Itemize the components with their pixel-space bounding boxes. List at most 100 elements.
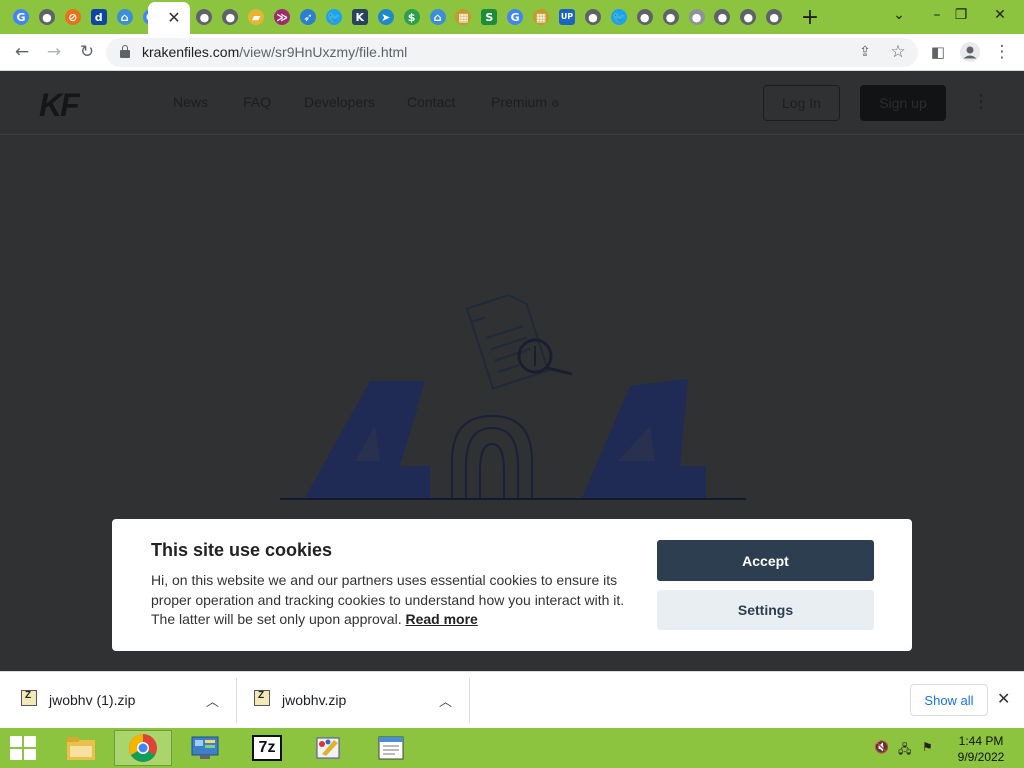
nav-premium[interactable]: Premium ⚙ <box>491 94 560 110</box>
archive-favicon: ▦ <box>533 9 550 25</box>
notepad-icon[interactable] <box>362 730 420 766</box>
download-item[interactable]: jwobhv.zip ︿ <box>237 672 469 729</box>
browser-tab[interactable]: ⊘ <box>61 5 85 29</box>
google-favicon: G <box>507 9 524 25</box>
tab-search-icon[interactable]: ⌄ <box>884 2 914 28</box>
archive-favicon: ▦ <box>455 9 472 25</box>
globe-favicon: ● <box>38 9 55 25</box>
browser-tab[interactable]: K <box>348 5 372 29</box>
profile-avatar-icon[interactable] <box>958 41 982 63</box>
browser-tab[interactable]: ≫ <box>270 5 294 29</box>
browser-tab[interactable]: 🐦 <box>322 5 346 29</box>
7zip-icon[interactable]: 7z <box>238 730 296 766</box>
globe-favicon: ● <box>222 9 239 25</box>
browser-tab[interactable]: G <box>9 5 33 29</box>
screen: G●⊘d⌂G●●▰≫➶🐦K➤$⌂▦SG▦UP●🐦●●●●●● ✕ + ⌄ – ❐… <box>0 0 1024 768</box>
browser-tab[interactable]: ● <box>581 5 605 29</box>
browser-tab[interactable]: ● <box>633 5 657 29</box>
browser-tab[interactable]: ▦ <box>529 5 553 29</box>
premium-gear-icon: ⚙ <box>550 99 560 110</box>
globe-favicon: ● <box>714 9 731 25</box>
browser-tab[interactable]: ● <box>710 5 734 29</box>
side-panel-icon[interactable]: ◧ <box>926 41 950 63</box>
cookie-banner: This site use cookies Hi, on this websit… <box>112 519 912 651</box>
control-panel-icon[interactable] <box>176 730 234 766</box>
compass-favicon: ⊘ <box>64 9 81 25</box>
volume-muted-icon[interactable]: 🔇 <box>874 740 889 754</box>
chevron-up-icon[interactable]: ︿ <box>206 691 219 710</box>
browser-tab[interactable]: 🐦 <box>607 5 631 29</box>
browser-tab[interactable]: ● <box>762 5 786 29</box>
telegram-favicon: ➤ <box>377 9 394 25</box>
google-favicon: G <box>13 9 29 25</box>
network-icon[interactable]: 🖧 <box>898 740 911 761</box>
browser-tab[interactable]: ⌂ <box>426 5 450 29</box>
dollar-favicon: $ <box>403 9 420 25</box>
reload-icon[interactable]: ↻ <box>75 41 99 63</box>
new-tab-button[interactable]: + <box>799 5 821 30</box>
download-item[interactable]: jwobhv (1).zip ︿ <box>0 672 236 729</box>
close-shelf-icon[interactable]: ✕ <box>997 689 1010 708</box>
lock-icon[interactable] <box>120 45 130 58</box>
address-bar[interactable]: krakenfiles.com/view/sr9HnUxzmy/file.htm… <box>106 38 918 67</box>
nav-contact[interactable]: Contact <box>407 94 455 110</box>
close-tab-icon[interactable]: ✕ <box>164 7 184 27</box>
share-icon[interactable]: ⇪ <box>853 41 877 63</box>
rocket-favicon: ➶ <box>300 9 316 25</box>
nav-developers[interactable]: Developers <box>304 94 375 110</box>
browser-tab[interactable]: ● <box>192 5 216 29</box>
chevron-up-icon[interactable]: ︿ <box>439 691 452 710</box>
browser-tab[interactable]: ● <box>218 5 242 29</box>
chevron-favicon: ≫ <box>274 9 291 25</box>
browser-tab[interactable]: $ <box>400 5 424 29</box>
browser-tab[interactable]: ● <box>736 5 760 29</box>
browser-tab[interactable]: G <box>503 5 527 29</box>
globe-favicon: ● <box>196 9 213 25</box>
nav-faq[interactable]: FAQ <box>243 94 271 110</box>
accept-cookies-button[interactable]: Accept <box>657 540 874 581</box>
paint-icon[interactable] <box>300 730 358 766</box>
action-center-icon[interactable]: ⚑ <box>922 740 933 754</box>
kf-favicon: K <box>351 9 368 25</box>
browser-tab[interactable]: ▰ <box>244 5 268 29</box>
browser-tab[interactable]: ➤ <box>374 5 398 29</box>
browser-tab[interactable]: ➶ <box>296 5 320 29</box>
browser-tab[interactable]: d <box>87 5 111 29</box>
zip-file-icon <box>254 690 270 706</box>
restore-button[interactable]: ❐ <box>946 2 976 28</box>
browser-tab[interactable]: UP <box>555 5 579 29</box>
back-icon[interactable]: ← <box>10 41 34 63</box>
cookie-settings-button[interactable]: Settings <box>657 590 874 630</box>
browser-tab[interactable]: ▦ <box>451 5 475 29</box>
globe-favicon: ● <box>584 9 601 25</box>
site-logo[interactable]: KF <box>39 87 80 124</box>
windows-start-icon[interactable] <box>10 736 38 762</box>
window-close-button[interactable]: ✕ <box>985 2 1015 28</box>
file-explorer-icon[interactable] <box>52 730 110 766</box>
clock-time: 1:44 PM <box>958 734 1004 748</box>
system-clock[interactable]: 1:44 PM 9/9/2022 <box>950 733 1012 765</box>
browser-tab[interactable]: ⌂ <box>113 5 137 29</box>
browser-tab[interactable]: ● <box>35 5 59 29</box>
forward-icon[interactable]: → <box>42 41 66 63</box>
bookmark-star-icon[interactable]: ☆ <box>886 41 910 63</box>
nav-news[interactable]: News <box>173 94 208 110</box>
twitter-favicon: 🐦 <box>325 9 342 25</box>
cookie-description: Hi, on this website we and our partners … <box>151 571 631 630</box>
browser-tab[interactable]: ● <box>685 5 709 29</box>
login-button[interactable]: Log In <box>763 85 840 121</box>
chrome-icon[interactable] <box>114 730 172 766</box>
site-menu-icon[interactable]: ⋮ <box>972 91 990 113</box>
browser-menu-icon[interactable]: ⋮ <box>990 41 1014 63</box>
folder-favicon: ▰ <box>248 9 265 25</box>
url-text: krakenfiles.com/view/sr9HnUxzmy/file.htm… <box>142 44 408 60</box>
globe-favicon: ● <box>766 9 783 25</box>
browser-tab[interactable]: ● <box>659 5 683 29</box>
globe-favicon: ● <box>636 9 653 25</box>
site-navbar: KF News FAQ Developers Contact Premium ⚙… <box>0 71 1024 135</box>
signup-button[interactable]: Sign up <box>860 85 946 121</box>
show-all-button[interactable]: Show all <box>910 684 988 716</box>
read-more-link[interactable]: Read more <box>405 611 477 627</box>
browser-tab[interactable]: S <box>477 5 501 29</box>
twitter-favicon: 🐦 <box>610 9 627 25</box>
